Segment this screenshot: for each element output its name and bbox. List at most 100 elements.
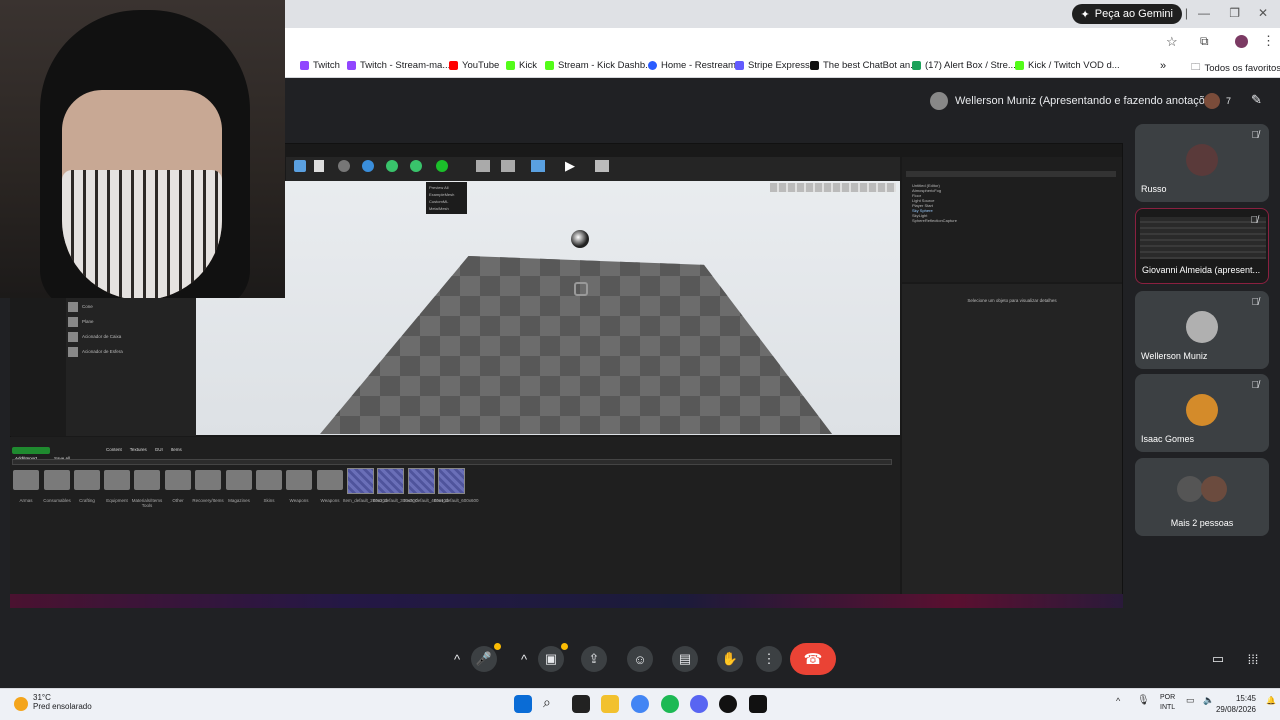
place-item[interactable]: Plane bbox=[82, 319, 94, 324]
file-explorer-icon[interactable] bbox=[601, 695, 619, 713]
more-people-tile[interactable]: Mais 2 pessoas bbox=[1135, 458, 1269, 536]
folder-icon[interactable] bbox=[44, 470, 70, 490]
discord-icon[interactable] bbox=[690, 695, 708, 713]
profile-avatar[interactable] bbox=[1235, 35, 1248, 48]
input-language[interactable]: POR INTL bbox=[1160, 693, 1175, 713]
bookmark-chatbot[interactable]: The best ChatBot an... bbox=[810, 60, 918, 71]
captions-button[interactable]: ▤ bbox=[672, 646, 698, 672]
camera-button[interactable]: ▣ bbox=[538, 646, 564, 672]
obs-icon[interactable] bbox=[719, 695, 737, 713]
chevron-up-icon[interactable]: ^ bbox=[1116, 696, 1120, 706]
participant-tile[interactable]: 🎙̸ Russo bbox=[1135, 124, 1269, 202]
weather-widget[interactable]: 31°C Pred ensolarado bbox=[33, 693, 92, 711]
chevron-right-icon[interactable]: » bbox=[1160, 60, 1166, 72]
source-control-icon[interactable] bbox=[314, 160, 324, 172]
launch-icon[interactable] bbox=[531, 160, 545, 172]
chevron-up-icon[interactable]: ^ bbox=[513, 646, 535, 672]
participant-tile[interactable]: 🎙̸ Isaac Gomes bbox=[1135, 374, 1269, 452]
bookmark-kick[interactable]: Kick bbox=[506, 60, 537, 71]
play-icon[interactable]: ▶ bbox=[565, 158, 575, 174]
breadcrumb-item[interactable]: Items bbox=[171, 447, 182, 452]
place-item[interactable]: Cone bbox=[82, 304, 93, 309]
show-menu-item[interactable]: Preview All bbox=[429, 184, 464, 191]
bookmark-restream[interactable]: Home - Restream bbox=[648, 60, 736, 71]
star-icon[interactable]: ☆ bbox=[1166, 34, 1178, 50]
build-icon[interactable] bbox=[386, 160, 398, 172]
participant-tile[interactable]: 🎙̸ Giovanni Almeida (apresent... bbox=[1135, 208, 1269, 284]
raise-hand-button[interactable]: ✋ bbox=[717, 646, 743, 672]
notification-icon[interactable]: 🔔 bbox=[1266, 696, 1276, 705]
volume-icon[interactable]: 🔈 bbox=[1203, 695, 1214, 706]
outliner-item[interactable]: SphereReflectionCapture bbox=[912, 218, 957, 223]
bookmark-twitch[interactable]: Twitch bbox=[300, 60, 340, 71]
chat-button[interactable]: ▭ bbox=[1205, 646, 1231, 672]
bookmark-youtube[interactable]: YouTube bbox=[449, 60, 499, 71]
all-favorites[interactable]: 🗀 Todos os favoritos bbox=[1191, 60, 1280, 76]
end-call-button[interactable]: ☎ bbox=[790, 643, 836, 675]
start-icon[interactable] bbox=[514, 695, 532, 713]
task-view-icon[interactable] bbox=[572, 695, 590, 713]
more-options-button[interactable]: ⋮ bbox=[756, 646, 782, 672]
folder-icon[interactable] bbox=[226, 470, 252, 490]
bookmark-twitch-stream-manager[interactable]: Twitch - Stream-ma... bbox=[347, 60, 450, 71]
show-menu-item[interactable]: Meta/Mesh bbox=[429, 205, 464, 212]
blueprints-icon[interactable] bbox=[362, 160, 374, 172]
texture-thumbnail[interactable] bbox=[408, 468, 435, 494]
show-menu-item[interactable]: ExampleMesh bbox=[429, 191, 464, 198]
chevron-up-icon[interactable]: ^ bbox=[446, 646, 468, 672]
emoji-button[interactable]: ☺ bbox=[627, 646, 653, 672]
texture-thumbnail[interactable] bbox=[347, 468, 374, 494]
search-icon[interactable]: ⌕ bbox=[543, 694, 561, 712]
texture-thumbnail[interactable] bbox=[377, 468, 404, 494]
viewport-options-bar[interactable] bbox=[770, 183, 896, 192]
folder-icon[interactable] bbox=[317, 470, 343, 490]
participant-tile[interactable]: 🎙̸ Wellerson Muniz bbox=[1135, 291, 1269, 369]
bookmark-vod[interactable]: Kick / Twitch VOD d... bbox=[1015, 60, 1120, 71]
gemini-button[interactable]: ✦ Peça ao Gemini bbox=[1071, 4, 1182, 24]
texture-thumbnail[interactable] bbox=[438, 468, 465, 494]
activities-button[interactable]: ⁞⁞⁞ bbox=[1240, 646, 1266, 672]
folder-icon[interactable] bbox=[286, 470, 312, 490]
cinematics-icon[interactable] bbox=[410, 160, 422, 172]
chrome-icon[interactable] bbox=[631, 695, 649, 713]
breadcrumb-item[interactable]: GUI bbox=[155, 447, 163, 452]
bookmark-kick-dashboard[interactable]: Stream - Kick Dashb... bbox=[545, 60, 653, 71]
show-menu-item[interactable]: CustomML bbox=[429, 198, 464, 205]
settings-icon[interactable] bbox=[338, 160, 350, 172]
save-level-icon[interactable] bbox=[294, 160, 306, 172]
folder-icon[interactable] bbox=[13, 470, 39, 490]
layout-icon[interactable] bbox=[501, 160, 515, 172]
compile-icon[interactable] bbox=[436, 160, 448, 172]
content-search[interactable] bbox=[12, 459, 892, 465]
maximize-icon[interactable]: ❐ bbox=[1229, 6, 1240, 20]
mic-icon[interactable]: 🎙 bbox=[1137, 695, 1150, 706]
system-clock[interactable]: 15:45 29/08/2026 bbox=[1216, 693, 1256, 715]
place-item[interactable]: Acionador de Esfera bbox=[82, 349, 123, 354]
monitor-icon[interactable]: ▭ bbox=[1186, 695, 1195, 706]
launch-device-icon[interactable] bbox=[595, 160, 609, 172]
present-screen-button[interactable]: ⇪ bbox=[581, 646, 607, 672]
bookmark-alert-box[interactable]: (17) Alert Box / Stre... bbox=[912, 60, 1016, 71]
outliner-search[interactable] bbox=[906, 171, 1116, 177]
menu-icon[interactable]: ⋮ bbox=[1262, 33, 1275, 49]
breadcrumb-item[interactable]: Content bbox=[106, 447, 122, 452]
breadcrumb-item[interactable]: Textures bbox=[130, 447, 147, 452]
place-item[interactable]: Acionador de Caixa bbox=[82, 334, 121, 339]
folder-icon[interactable] bbox=[134, 470, 160, 490]
mic-button[interactable]: 🎤 bbox=[471, 646, 497, 672]
participants-indicator[interactable]: 7 bbox=[1204, 93, 1231, 109]
folder-icon[interactable] bbox=[195, 470, 221, 490]
folder-icon[interactable] bbox=[104, 470, 130, 490]
folder-icon[interactable] bbox=[256, 470, 282, 490]
folder-icon[interactable] bbox=[165, 470, 191, 490]
extensions-icon[interactable]: ⧉ bbox=[1200, 34, 1209, 49]
add-import-button[interactable]: Add/Import bbox=[12, 447, 50, 461]
close-icon[interactable]: ✕ bbox=[1258, 6, 1268, 20]
marketplace-icon[interactable] bbox=[476, 160, 490, 172]
bookmark-stripe[interactable]: Stripe Express bbox=[735, 60, 810, 71]
folder-icon[interactable] bbox=[74, 470, 100, 490]
epic-games-icon[interactable] bbox=[749, 695, 767, 713]
annotate-pen-icon[interactable]: ✎ bbox=[1251, 92, 1262, 108]
minimize-icon[interactable]: — bbox=[1198, 6, 1210, 20]
spotify-icon[interactable] bbox=[661, 695, 679, 713]
